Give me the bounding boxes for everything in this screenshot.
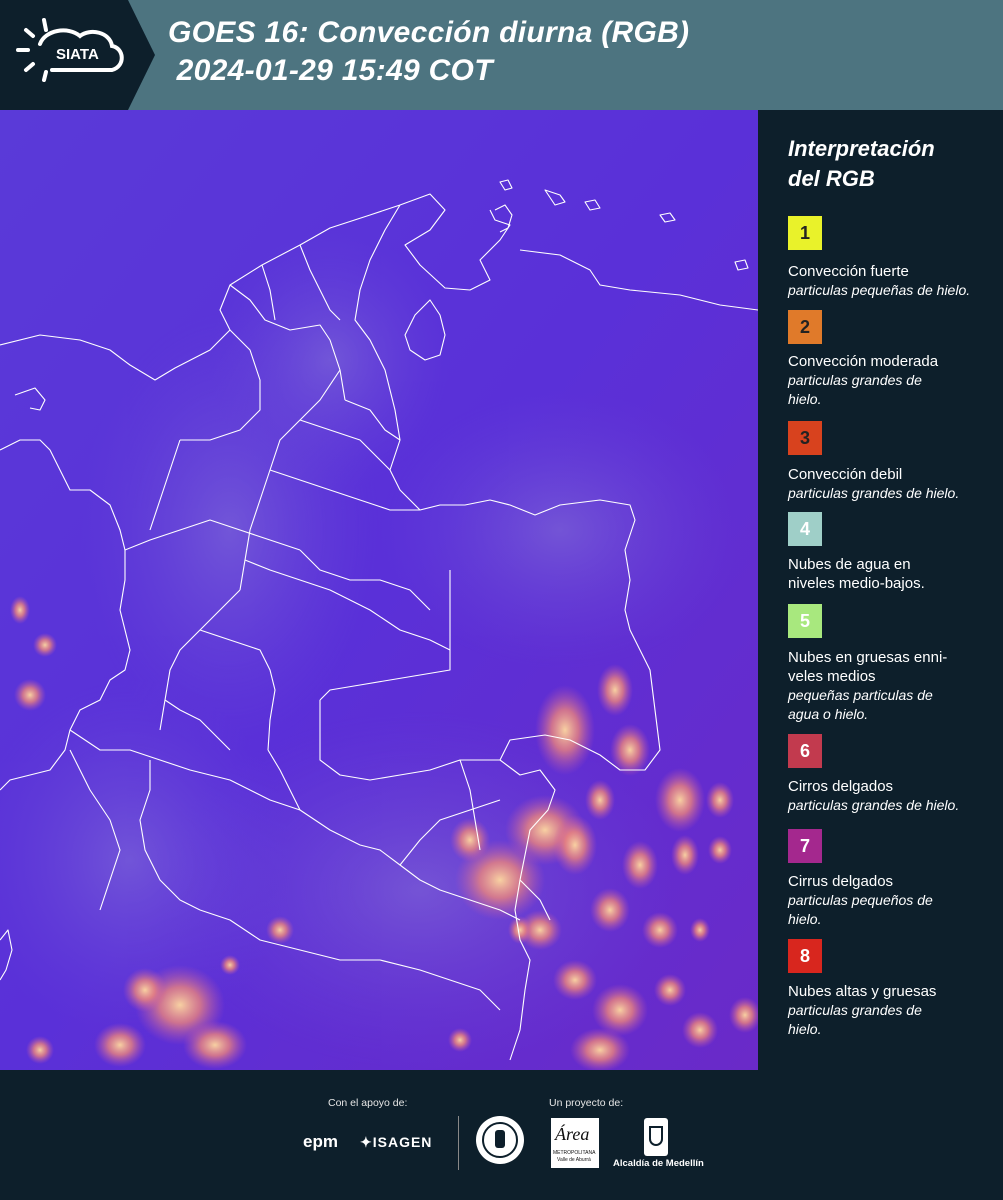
legend-swatch-3: 3 [788, 421, 822, 455]
legend-label-6: Cirros delgados particulas grandes de hi… [788, 778, 960, 813]
legend-panel: Interpretación del RGB 1 Convección fuer… [760, 110, 1003, 1070]
legend-swatch-4: 4 [788, 512, 822, 546]
legend-swatch-2: 2 [788, 310, 822, 344]
footer-bar: Con el apoyo de: Un proyecto de: epm ✦IS… [0, 1070, 1003, 1200]
footer-divider [458, 1116, 459, 1170]
page-title: GOES 16: Convección diurna (RGB) [168, 16, 690, 49]
alcaldia-label: Alcaldía de Medellín [613, 1158, 704, 1169]
satellite-map[interactable] [0, 110, 758, 1070]
legend-label-3: Convección debil particulas grandes de h… [788, 466, 960, 501]
legend-swatch-8: 8 [788, 939, 822, 973]
isagen-icon: ✦ [360, 1134, 373, 1150]
header-bar: SIATA GOES 16: Convección diurna (RGB) 2… [0, 0, 1003, 110]
legend-swatch-5: 5 [788, 604, 822, 638]
legend-label-1: Convección fuerte particulas pequeñas de… [788, 263, 971, 298]
isagen-logo: ✦ISAGEN [360, 1134, 433, 1150]
siata-logo-text: SIATA [56, 46, 99, 63]
legend-label-7: Cirrus delgados particulas pequeños de h… [788, 873, 933, 927]
epm-logo: epm [303, 1132, 338, 1151]
page-timestamp: 2024-01-29 15:49 COT [168, 54, 493, 87]
legend-swatch-6: 6 [788, 734, 822, 768]
legend-label-8: Nubes altas y gruesas particulas grandes… [788, 983, 937, 1037]
legend-title: Interpretación del RGB [788, 136, 935, 191]
support-label: Con el apoyo de: [328, 1097, 408, 1109]
legend-label-2: Convección moderada particulas grandes d… [788, 353, 939, 407]
area-metropolitana-logo: Área METROPOLITANA Valle de Aburrá [551, 1118, 599, 1168]
legend-swatch-7: 7 [788, 829, 822, 863]
legend-swatch-1: 1 [788, 216, 822, 250]
alcaldia-crest-icon [644, 1118, 668, 1156]
legend-label-4: Nubes de agua en niveles medio-bajos. [788, 556, 925, 592]
siata-logo: SIATA [0, 0, 155, 110]
antioquia-seal-icon [476, 1116, 524, 1164]
legend-label-5: Nubes en gruesas enni- veles medios pequ… [788, 649, 948, 722]
project-label: Un proyecto de: [549, 1097, 624, 1109]
